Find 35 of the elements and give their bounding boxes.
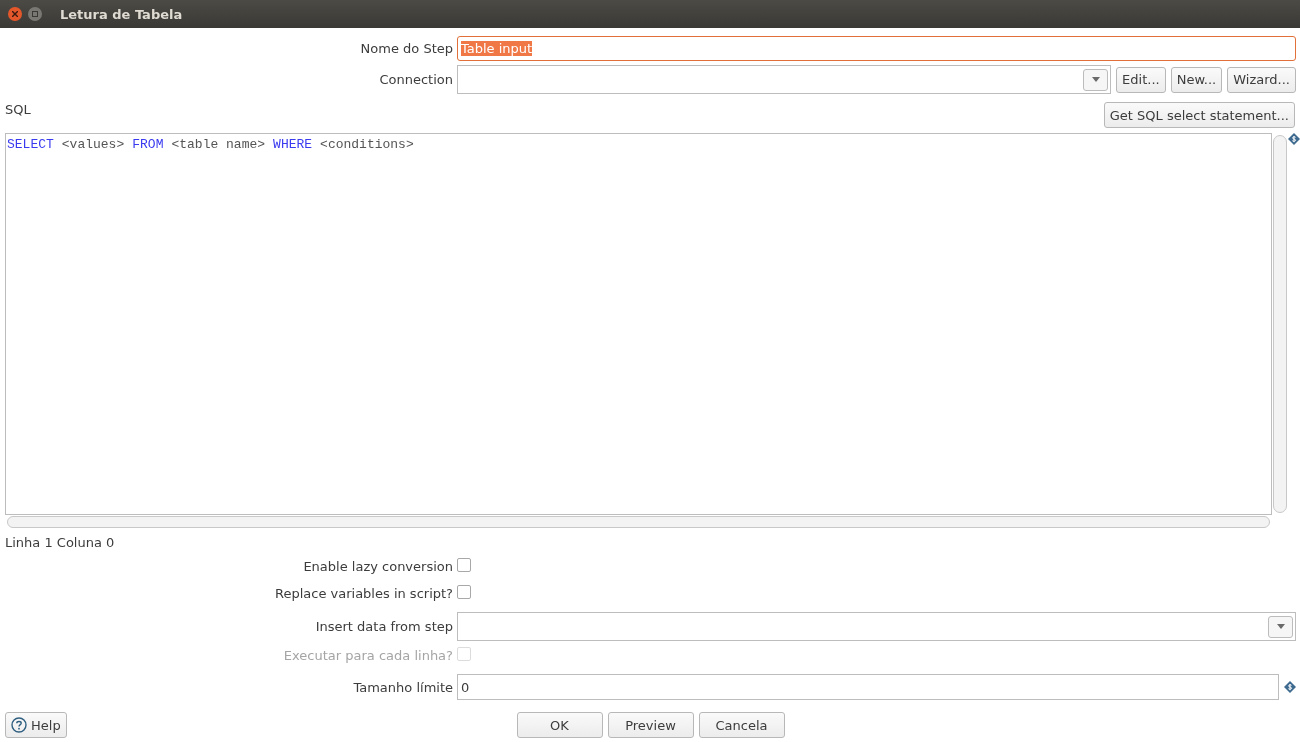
close-icon xyxy=(12,11,18,17)
sql-editor[interactable]: SELECT <values> FROM <table name> WHERE <conditions> xyxy=(5,133,1272,515)
limit-field[interactable]: 0 xyxy=(457,674,1279,700)
dialog-button[interactable]: OK xyxy=(516,712,603,738)
horizontal-scrollbar[interactable] xyxy=(7,516,1270,528)
dialog-button[interactable]: Preview xyxy=(607,712,694,738)
checkbox[interactable] xyxy=(457,585,471,599)
cursor-position: Linha 1 Coluna 0 xyxy=(5,535,116,550)
caret-icon xyxy=(1276,624,1285,629)
field-value: 0 xyxy=(461,679,470,695)
help-icon xyxy=(11,717,27,733)
get-sql-button[interactable]: Get SQL select statement... xyxy=(1103,102,1295,128)
connection-button[interactable]: New... xyxy=(1170,66,1223,93)
caret-icon xyxy=(1091,77,1100,82)
connection-button[interactable]: Edit... xyxy=(1116,66,1166,93)
checkbox[interactable] xyxy=(457,558,471,572)
option-label: Tamanho límite xyxy=(353,679,453,695)
dropdown-button[interactable] xyxy=(1268,615,1293,638)
window-title: Letura de Tabela xyxy=(60,6,183,22)
option-label: Enable lazy conversion xyxy=(303,559,453,574)
variable-icon[interactable] xyxy=(1284,681,1296,693)
help-button[interactable]: Help xyxy=(5,712,67,738)
dialog-button[interactable]: Cancela xyxy=(698,712,785,738)
sql-label: SQL xyxy=(5,102,31,117)
step-name-label: Nome do Step xyxy=(360,41,453,56)
vertical-scrollbar[interactable] xyxy=(1273,135,1287,513)
close-button[interactable] xyxy=(8,7,22,21)
dropdown-button[interactable] xyxy=(1083,68,1109,91)
option-label: Insert data from step xyxy=(315,619,453,634)
option-label: Executar para cada linha? xyxy=(283,648,453,663)
connection-button[interactable]: Wizard... xyxy=(1227,66,1296,93)
maximize-button[interactable] xyxy=(28,7,42,21)
connection-label: Connection xyxy=(379,72,453,87)
option-label: Replace variables in script? xyxy=(275,586,453,601)
variable-icon[interactable] xyxy=(1288,133,1300,145)
